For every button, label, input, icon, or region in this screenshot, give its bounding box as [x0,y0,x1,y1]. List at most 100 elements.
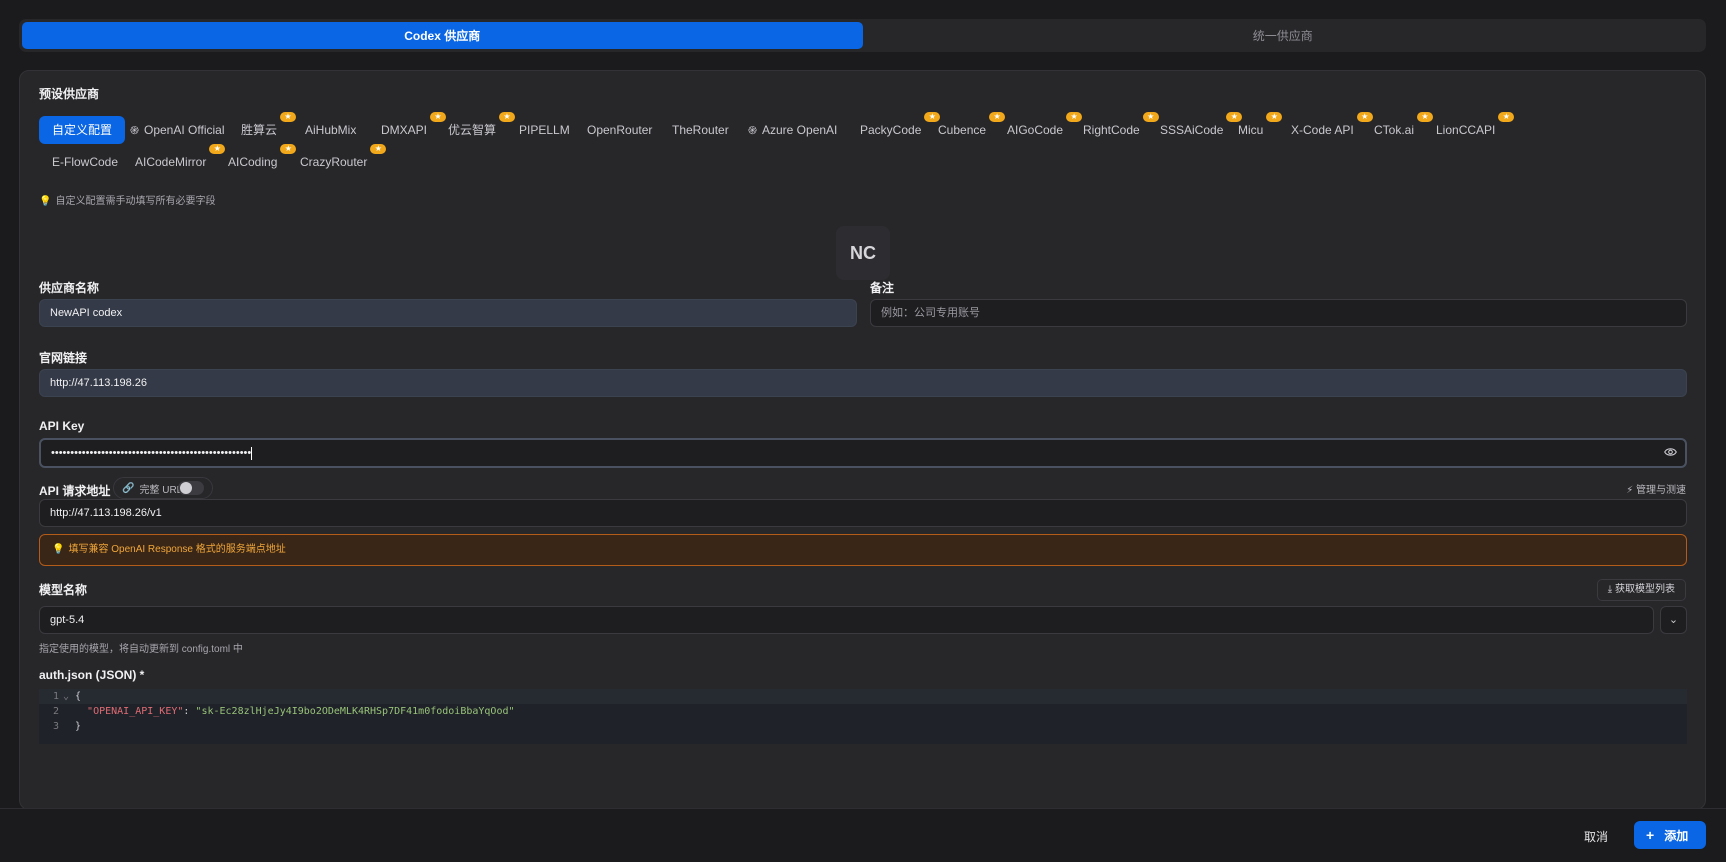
preset-chip[interactable]: Micu ★ [1225,112,1283,144]
preset-chip[interactable]: OpenRouter [574,116,665,144]
preset-chip[interactable]: PIPELLM [506,116,583,144]
model-label: 模型名称 [39,583,88,597]
apikey-label: API Key [39,419,85,433]
note-label: 备注 [870,281,895,295]
preset-chip[interactable]: 自定义配置 [39,116,126,144]
auth-json-editor[interactable]: 1 ⌄ { 2 "OPENAI_API_KEY": "sk-Ec28zlHjeJ… [39,689,1687,744]
preset-chip-label: AICodeMirror [135,155,207,169]
preset-chip[interactable]: X-Code API ★ [1278,112,1373,144]
apikey-input[interactable]: ••••••••••••••••••••••••••••••••••••••••… [39,438,1687,468]
preset-chip-label: CTok.ai [1374,123,1415,137]
openai-icon: ֍ [748,125,757,137]
tab-unified-providers[interactable]: 统一供应商 [863,22,1704,49]
endpoint-input[interactable]: http://47.113.198.26/v1 [39,499,1687,527]
preset-chip-label: AICoding [228,155,278,169]
preset-chip[interactable]: ֍ OpenAI Official [117,116,237,144]
preset-chip-label: 优云智算 [448,123,497,137]
fold-icon[interactable]: ⌄ [63,689,75,704]
text-cursor [251,446,253,460]
preset-chip[interactable]: AiHubMix [292,116,369,144]
website-input[interactable]: http://47.113.198.26 [39,369,1687,397]
manage-speedtest-button[interactable]: ⚡ 管理与测速 [1626,481,1686,496]
preset-chip[interactable]: Cubence ★ [925,112,1006,144]
manage-speedtest-label: 管理与测速 [1636,485,1686,496]
preset-chip-label: 自定义配置 [52,123,113,137]
preset-hint-text: 自定义配置需手动填写所有必要字段 [55,196,216,207]
preset-chip[interactable]: SSSAiCode ★ [1147,112,1243,144]
preset-chip[interactable]: DMXAPI ★ [368,112,447,144]
preset-chip-label: OpenAI Official [144,123,225,137]
preset-chip[interactable]: 胜算云 ★ [228,112,297,144]
preset-chip[interactable]: TheRouter [659,116,742,144]
preset-chip-label: E-FlowCode [52,155,119,169]
auth-json-label: auth.json (JSON) * [39,668,145,682]
preset-chip[interactable]: CTok.ai ★ [1361,112,1434,144]
link-icon: 🔗 [122,482,135,494]
tab-codex-providers[interactable]: Codex 供应商 [22,22,863,49]
preset-chip-label: SSSAiCode [1160,123,1224,137]
preset-chip-label: LionCCAPI [1436,123,1496,137]
endpoint-warning-text: 填写兼容 OpenAI Response 格式的服务端点地址 [68,544,286,555]
website-label: 官网链接 [39,351,88,365]
line-number: 2 [52,706,59,717]
preset-chip-label: 胜算云 [241,123,278,137]
preset-chip-label: AIGoCode [1007,123,1064,137]
cancel-button[interactable]: 取消 [1584,824,1608,850]
preset-chip[interactable]: AIGoCode ★ [994,112,1083,144]
line-number: 1 [52,691,59,702]
preset-chip-label: TheRouter [672,123,729,137]
dialog-footer: 取消 + 添加 [0,808,1726,862]
full-url-toggle[interactable]: 🔗 完整 URL [113,477,213,499]
endpoint-label: API 请求地址 [39,484,111,498]
json-value: "sk-Ec28zlHjeJy4I9bo2ODeMLK4RHSp7DF41m0f… [195,706,515,717]
preset-chip[interactable]: ֍ Azure OpenAI [735,116,850,144]
code-brace-open: { [75,691,82,702]
code-line: 3 } [39,719,1687,734]
line-number: 3 [52,721,59,732]
preset-chip-label: CrazyRouter [300,155,368,169]
preset-chip[interactable]: PackyCode ★ [847,112,941,144]
model-help: 指定使用的模型，将自动更新到 config.toml 中 [39,644,243,655]
fetch-models-label: 获取模型列表 [1615,584,1675,595]
toggle-switch[interactable] [178,481,204,495]
json-key: "OPENAI_API_KEY" [87,706,184,717]
preset-chip-label: AiHubMix [305,123,357,137]
apikey-value: ••••••••••••••••••••••••••••••••••••••••… [51,447,252,459]
provider-avatar[interactable]: NC [836,226,890,280]
preset-chip[interactable]: 优云智算 ★ [435,112,516,144]
presets-title: 预设供应商 [39,87,100,101]
preset-chip-label: OpenRouter [587,123,653,137]
lightning-icon: ⚡ [1626,485,1634,496]
preset-chip[interactable]: AICoding ★ [215,144,297,176]
preset-chip[interactable]: CrazyRouter ★ [287,144,387,176]
model-dropdown-button[interactable]: ⌄ [1660,606,1687,634]
code-line: 2 "OPENAI_API_KEY": "sk-Ec28zlHjeJy4I9bo… [39,704,1687,719]
download-icon: ⤓ [1607,584,1613,595]
preset-chip[interactable]: AICodeMirror ★ [122,144,226,176]
eye-icon[interactable] [1664,440,1677,466]
full-url-label: 完整 URL [139,484,183,496]
preset-chip[interactable]: E-FlowCode [39,148,131,176]
note-input[interactable]: 例如：公司专用账号 [870,299,1687,327]
preset-chip-label: X-Code API [1291,123,1354,137]
preset-chip-label: Micu [1238,123,1264,137]
preset-chip-label: RightCode [1083,123,1140,137]
endpoint-warning: 💡 填写兼容 OpenAI Response 格式的服务端点地址 [39,534,1687,566]
fetch-models-button[interactable]: ⤓ 获取模型列表 [1596,579,1686,601]
name-label: 供应商名称 [39,281,100,295]
model-input[interactable]: gpt-5.4 [39,606,1654,634]
provider-type-tabs: Codex 供应商 统一供应商 [19,19,1706,52]
chevron-down-icon: ⌄ [1668,614,1679,626]
provider-form-card: 预设供应商 自定义配置 ֍ OpenAI Official 胜算云 ★ AiHubMix D… [19,70,1706,810]
preset-hint: 💡 自定义配置需手动填写所有必要字段 [39,192,215,207]
add-button[interactable]: + 添加 [1634,821,1706,849]
provider-name-input[interactable]: NewAPI codex [39,299,857,327]
preset-chip[interactable]: LionCCAPI ★ [1423,112,1515,144]
lightbulb-icon: 💡 [39,196,52,207]
preset-chip[interactable]: RightCode ★ [1070,112,1159,144]
preset-chip-label: Cubence [938,123,987,137]
lightbulb-icon: 💡 [52,544,65,555]
code-line: 1 ⌄ { [39,689,1687,704]
plus-icon: + [1646,827,1655,843]
preset-chip-label: Azure OpenAI [762,123,838,137]
